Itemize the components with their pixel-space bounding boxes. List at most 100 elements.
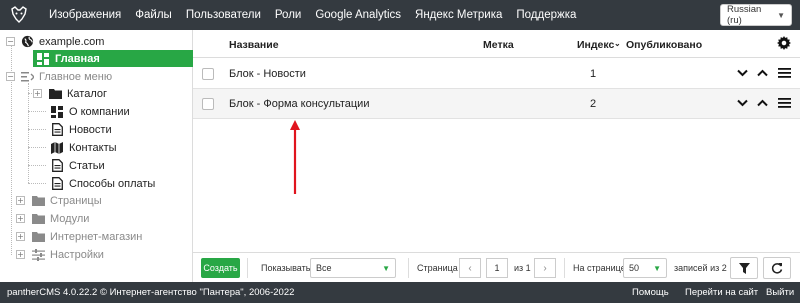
tree-root[interactable]: − example.com bbox=[6, 33, 104, 50]
expand-toggle-icon[interactable]: + bbox=[16, 196, 25, 205]
tree-item-home[interactable]: Главная bbox=[33, 50, 193, 67]
tree-item-main-menu[interactable]: − Главное меню bbox=[6, 68, 112, 85]
blocks-table: Название Метка Индекс ⌄ Опубликовано Бло… bbox=[193, 30, 800, 252]
page-total: из 1 bbox=[514, 263, 531, 273]
file-icon bbox=[50, 159, 64, 173]
tree-item-payment-methods[interactable]: Способы оплаты bbox=[50, 175, 155, 192]
tree-item-settings[interactable]: + Настройки bbox=[16, 246, 104, 263]
row-checkbox[interactable] bbox=[202, 68, 214, 80]
filter-button[interactable] bbox=[730, 257, 758, 279]
row-name[interactable]: Блок - Форма консультации bbox=[229, 98, 369, 110]
show-filter-value: Все bbox=[316, 263, 332, 273]
dashboard-icon bbox=[36, 52, 50, 66]
tree-line bbox=[28, 183, 46, 184]
tree-item-catalog[interactable]: + Каталог bbox=[33, 85, 107, 102]
nav-support[interactable]: Поддержка bbox=[509, 0, 583, 30]
move-down-icon[interactable] bbox=[735, 66, 749, 80]
per-page-select[interactable]: 50 ▼ bbox=[623, 258, 667, 278]
drag-handle-icon[interactable] bbox=[777, 96, 791, 110]
move-down-icon[interactable] bbox=[735, 96, 749, 110]
tree-item-modules[interactable]: + Модули bbox=[16, 210, 89, 227]
goto-site-link[interactable]: Перейти на сайт bbox=[685, 287, 758, 298]
tree-item-about[interactable]: О компании bbox=[50, 103, 130, 120]
table-header: Название Метка Индекс ⌄ Опубликовано bbox=[193, 30, 800, 58]
show-filter-select[interactable]: Все ▼ bbox=[310, 258, 396, 278]
tree-item-label: Статьи bbox=[69, 159, 105, 172]
page-input[interactable]: 1 bbox=[486, 258, 508, 278]
nav-files[interactable]: Файлы bbox=[128, 0, 179, 30]
move-up-icon[interactable] bbox=[755, 66, 769, 80]
table-row[interactable]: Блок - Форма консультации 2 bbox=[193, 89, 800, 119]
row-name[interactable]: Блок - Новости bbox=[229, 68, 306, 80]
copyright-text: pantherCMS 4.0.22.2 © Интернет-агентство… bbox=[7, 287, 295, 298]
create-button[interactable]: Создать bbox=[201, 258, 240, 278]
collapse-toggle-icon[interactable]: − bbox=[6, 72, 15, 81]
toolbar-divider bbox=[408, 258, 409, 278]
expand-toggle-icon[interactable]: + bbox=[16, 214, 25, 223]
globe-icon bbox=[20, 35, 34, 49]
chevron-down-icon: ▼ bbox=[777, 10, 785, 20]
expand-toggle-icon[interactable]: + bbox=[16, 232, 25, 241]
tree-item-label: Интернет-магазин bbox=[50, 230, 143, 243]
nav-google-analytics[interactable]: Google Analytics bbox=[308, 0, 408, 30]
logout-link[interactable]: Выйти bbox=[766, 287, 794, 298]
tree-item-label: Страницы bbox=[50, 194, 102, 207]
next-page-button[interactable]: › bbox=[534, 258, 556, 278]
column-tag[interactable]: Метка bbox=[483, 39, 514, 51]
tree-item-shop[interactable]: + Интернет-магазин bbox=[16, 228, 142, 245]
language-select[interactable]: Russian (ru) ▼ bbox=[720, 4, 792, 26]
sliders-icon bbox=[31, 248, 45, 262]
file-icon bbox=[50, 123, 64, 137]
folder-icon bbox=[31, 230, 45, 244]
per-page-label: На странице bbox=[573, 263, 626, 273]
show-label: Показывать bbox=[261, 263, 311, 273]
column-published[interactable]: Опубликовано bbox=[626, 39, 702, 51]
column-index[interactable]: Индекс bbox=[577, 39, 614, 51]
expand-toggle-icon[interactable]: + bbox=[33, 89, 42, 98]
panther-logo-icon[interactable] bbox=[4, 0, 34, 30]
sidebar-tree: − example.com Главная − Главное меню + К… bbox=[0, 30, 193, 282]
nav-users[interactable]: Пользователи bbox=[179, 0, 268, 30]
column-name[interactable]: Название bbox=[229, 39, 279, 51]
table-toolbar: Создать Показывать Все ▼ Страница ‹ 1 из… bbox=[193, 252, 800, 282]
tree-item-news[interactable]: Новости bbox=[50, 121, 112, 138]
tree-item-articles[interactable]: Статьи bbox=[50, 157, 105, 174]
gear-icon[interactable] bbox=[777, 36, 791, 53]
sort-chevron-icon[interactable]: ⌄ bbox=[614, 39, 621, 48]
top-navbar: Изображения Файлы Пользователи Роли Goog… bbox=[0, 0, 800, 30]
tree-line bbox=[28, 147, 46, 148]
table-row[interactable]: Блок - Новости 1 bbox=[193, 59, 800, 89]
row-index: 1 bbox=[589, 68, 597, 80]
expand-toggle-icon[interactable]: + bbox=[16, 250, 25, 259]
nav-roles[interactable]: Роли bbox=[268, 0, 308, 30]
nav-yandex-metrika[interactable]: Яндекс Метрика bbox=[408, 0, 509, 30]
chevron-down-icon: ▼ bbox=[653, 263, 661, 273]
tree-root-label: example.com bbox=[39, 35, 105, 48]
footer-bar: pantherCMS 4.0.22.2 © Интернет-агентство… bbox=[0, 282, 800, 303]
drag-handle-icon[interactable] bbox=[777, 66, 791, 80]
nav-images[interactable]: Изображения bbox=[42, 0, 128, 30]
prev-page-button[interactable]: ‹ bbox=[459, 258, 481, 278]
tree-item-pages[interactable]: + Страницы bbox=[16, 192, 102, 209]
move-up-icon[interactable] bbox=[755, 96, 769, 110]
tree-item-label: О компании bbox=[69, 105, 130, 118]
tree-item-label: Модули bbox=[50, 212, 90, 225]
tree-item-label: Настройки bbox=[50, 248, 104, 261]
help-link[interactable]: Помощь bbox=[632, 287, 669, 298]
row-checkbox[interactable] bbox=[202, 98, 214, 110]
collapse-toggle-icon[interactable]: − bbox=[6, 37, 15, 46]
tree-item-label: Каталог bbox=[67, 87, 107, 100]
filter-icon bbox=[738, 262, 750, 274]
page-label: Страница bbox=[417, 263, 458, 273]
tree-item-label: Новости bbox=[69, 123, 112, 136]
toolbar-divider bbox=[564, 258, 565, 278]
tree-item-label: Способы оплаты bbox=[69, 177, 156, 190]
per-page-value: 50 bbox=[629, 263, 640, 273]
annotation-arrow-icon bbox=[290, 120, 300, 194]
toolbar-divider bbox=[247, 258, 248, 278]
file-icon bbox=[50, 177, 64, 191]
refresh-button[interactable] bbox=[763, 257, 791, 279]
tree-item-contacts[interactable]: Контакты bbox=[50, 139, 117, 156]
refresh-icon bbox=[771, 263, 783, 274]
language-value: Russian (ru) bbox=[727, 4, 762, 26]
